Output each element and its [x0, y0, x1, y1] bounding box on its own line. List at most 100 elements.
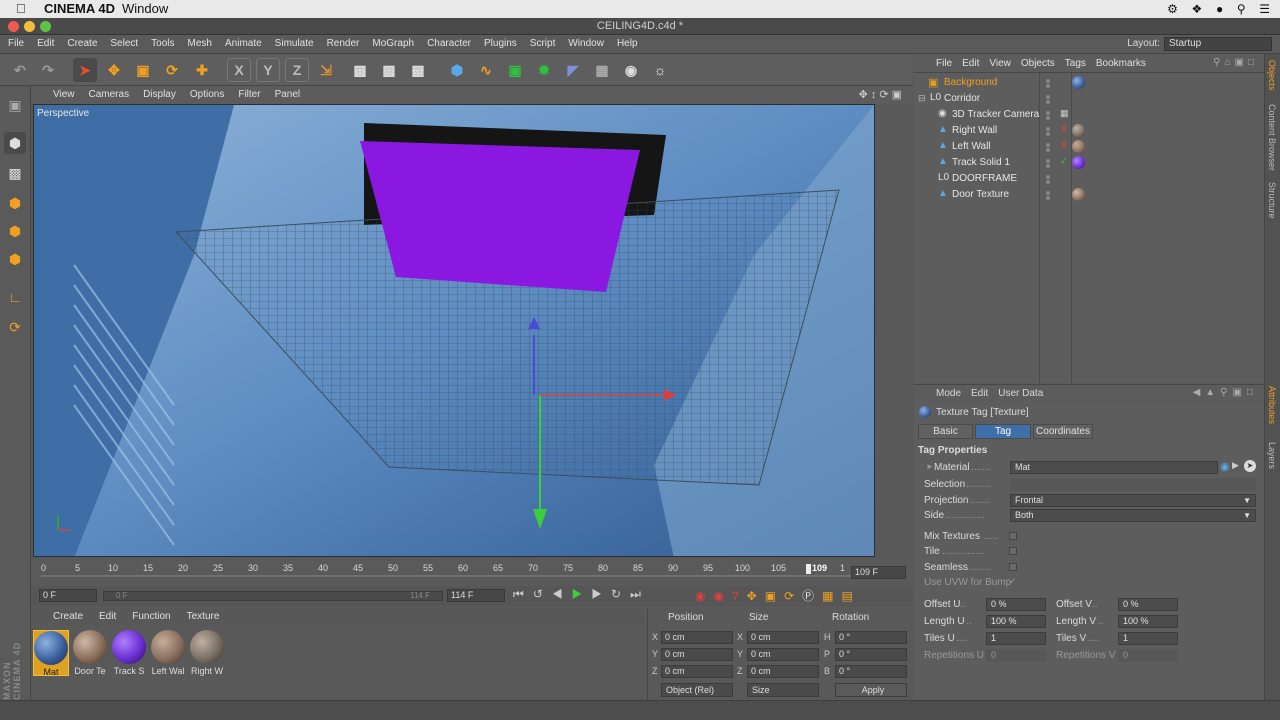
coordinate-system-icon[interactable]: ⇲ [314, 58, 338, 82]
tab-layers[interactable]: Layers [1267, 442, 1277, 469]
go-to-start-icon[interactable]: ⏮ [513, 587, 533, 601]
make-editable-icon[interactable]: ▣ [4, 94, 26, 116]
expand-icon[interactable]: ► [926, 462, 934, 471]
texture-tag-icon[interactable] [1072, 76, 1085, 89]
object-row-corridor[interactable]: ⊟ L0 Corridor [914, 91, 1264, 107]
size-mode-dropdown[interactable]: Size [747, 683, 819, 697]
points-mode-icon[interactable]: ⬢ [4, 192, 26, 214]
object-row-track-solid[interactable]: ▲ Track Solid 1 ✓ [914, 155, 1264, 171]
position-y-field[interactable]: 0 cm [661, 648, 733, 661]
position-x-field[interactable]: 0 cm [661, 631, 733, 644]
rotation-p-field[interactable]: 0 ° [835, 648, 907, 661]
texture-mode-icon[interactable]: ▩ [4, 162, 26, 184]
edges-mode-icon[interactable]: ⬢ [4, 220, 26, 242]
tab-basic[interactable]: Basic [918, 424, 973, 439]
viewport-menu-panel[interactable]: Panel [275, 89, 301, 100]
object-row-doorframe[interactable]: L0 DOORFRAME [914, 171, 1264, 187]
add-object-icon[interactable]: ✚ [190, 58, 214, 82]
object-row-right-wall[interactable]: ▲ Right Wall ✗ [914, 123, 1264, 139]
app-name-menu[interactable]: CINEMA 4D [44, 1, 115, 16]
material-menu-create[interactable]: Create [53, 611, 83, 622]
keyframe-selection-icon[interactable]: ? [732, 589, 747, 603]
rotation-h-field[interactable]: 0 ° [835, 631, 907, 644]
menu-tools[interactable]: Tools [151, 38, 174, 49]
menu-script[interactable]: Script [530, 38, 556, 49]
tab-structure[interactable]: Structure [1267, 182, 1277, 219]
render-picture-viewer-icon[interactable]: ▩ [377, 58, 401, 82]
material-link-icon[interactable]: ◉ [1220, 460, 1230, 473]
axis-mode-icon[interactable]: ∟ [4, 286, 26, 308]
menu-plugins[interactable]: Plugins [484, 38, 517, 49]
material-swatch[interactable]: Right W [189, 630, 225, 676]
menu-window[interactable]: Window [568, 38, 604, 49]
side-dropdown[interactable]: Both ▼ [1010, 509, 1256, 522]
dropbox-icon[interactable]: ❖ [1192, 2, 1203, 16]
rotation-b-field[interactable]: 0 ° [835, 665, 907, 678]
viewport-menu-cameras[interactable]: Cameras [89, 89, 130, 100]
objects-menu-objects[interactable]: Objects [1021, 58, 1055, 69]
redo-icon[interactable]: ↷ [36, 58, 60, 82]
material-menu-texture[interactable]: Texture [187, 611, 220, 622]
range-slider[interactable]: 0 F 114 F [103, 591, 443, 601]
menu-mograph[interactable]: MoGraph [372, 38, 414, 49]
live-select-icon[interactable]: ➤ [73, 58, 97, 82]
scheme-icon[interactable]: ▤ [841, 589, 860, 603]
next-key-icon[interactable]: ↻ [611, 587, 630, 601]
start-frame-field[interactable]: 0 F [39, 589, 97, 602]
record-parameter-icon[interactable]: Ⓟ [802, 589, 822, 603]
projection-dropdown[interactable]: Frontal ▼ [1010, 494, 1256, 507]
menu-mesh[interactable]: Mesh [188, 38, 212, 49]
apple-icon[interactable]:  [16, 1, 26, 16]
enabled-check-icon[interactable]: ✓ [1060, 156, 1068, 167]
tile-checkbox[interactable] [1009, 547, 1017, 555]
length-v-field[interactable]: 100 % [1118, 615, 1178, 628]
attr-menu-edit[interactable]: Edit [971, 388, 988, 399]
subdivision-icon[interactable]: ▣ [503, 58, 527, 82]
objects-menu-view[interactable]: View [989, 58, 1011, 69]
3d-viewport[interactable]: Perspective [33, 104, 875, 557]
spline-icon[interactable]: ∿ [474, 58, 498, 82]
offset-v-field[interactable]: 0 % [1118, 598, 1178, 611]
size-z-field[interactable]: 0 cm [747, 665, 819, 678]
attr-nav-icons[interactable]: ◀▲⚲▣□ [1193, 387, 1258, 398]
repetitions-v-field[interactable]: 0 [1118, 649, 1178, 662]
menu-help[interactable]: Help [617, 38, 638, 49]
rotate-icon[interactable]: ⟳ [160, 58, 184, 82]
collapse-icon[interactable]: ⊟ [918, 93, 926, 104]
menu-select[interactable]: Select [110, 38, 138, 49]
menu-render[interactable]: Render [327, 38, 360, 49]
record-position-icon[interactable]: ✥ [747, 589, 765, 603]
next-frame-icon[interactable]: ▶ [591, 587, 611, 601]
gear-icon[interactable]: ⚙ [1167, 2, 1178, 16]
camera-icon[interactable]: ◉ [619, 58, 643, 82]
search-icon[interactable]: ⚲ [1237, 2, 1246, 16]
y-axis-icon[interactable]: Y [256, 58, 280, 82]
material-swatch[interactable]: Left Wal [150, 630, 186, 676]
material-menu-edit[interactable]: Edit [99, 611, 116, 622]
layout-select[interactable]: Startup [1164, 37, 1272, 51]
object-row-left-wall[interactable]: ▲ Left Wall ✗ [914, 139, 1264, 155]
array-icon[interactable]: ✹ [532, 58, 556, 82]
material-swatch[interactable]: Track S [111, 630, 147, 676]
size-y-field[interactable]: 0 cm [747, 648, 819, 661]
attr-menu-mode[interactable]: Mode [936, 388, 961, 399]
objects-menu-tags[interactable]: Tags [1065, 58, 1086, 69]
render-view-icon[interactable]: ▩ [348, 58, 372, 82]
record-active-objects-icon[interactable]: ◉ [695, 589, 713, 603]
tab-tag[interactable]: Tag [975, 424, 1031, 439]
size-x-field[interactable]: 0 cm [747, 631, 819, 644]
timeline-ruler[interactable]: 0 5 10 15 20 25 30 35 40 45 50 55 60 65 … [31, 560, 913, 586]
check-icon[interactable]: ✓ [1009, 576, 1017, 587]
tiles-u-field[interactable]: 1 [986, 632, 1046, 645]
x-axis-icon[interactable]: X [227, 58, 251, 82]
selection-field[interactable] [1010, 478, 1256, 491]
menu-create[interactable]: Create [67, 38, 97, 49]
tab-objects[interactable]: Objects [1267, 60, 1277, 91]
current-frame-field[interactable]: 109 F [851, 566, 906, 579]
texture-tag-icon[interactable] [1072, 188, 1085, 201]
mix-textures-checkbox[interactable] [1009, 532, 1017, 540]
texture-tag-icon[interactable] [1072, 140, 1085, 153]
menu-edit[interactable]: Edit [37, 38, 54, 49]
texture-tag-icon[interactable] [1072, 124, 1085, 137]
offset-u-field[interactable]: 0 % [986, 598, 1046, 611]
